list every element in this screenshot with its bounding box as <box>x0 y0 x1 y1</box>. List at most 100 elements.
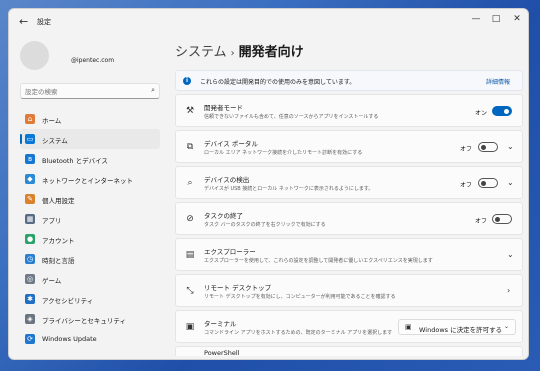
info-banner: i これらの設定は開発目的での使用のみを意図しています。 詳細情報 <box>175 70 523 91</box>
setting-title: リモート デスクトップ <box>204 284 272 292</box>
toggle-switch[interactable] <box>478 178 498 188</box>
title-bar: ← 設定 — □ ✕ <box>9 9 528 37</box>
info-text: これらの設定は開発目的での使用のみを意図しています。 <box>200 79 356 86</box>
close-button[interactable]: ✕ <box>510 14 524 24</box>
sidebar-item-label: 個人用設定 <box>42 197 75 205</box>
sidebar-item-label: ネットワークとインターネット <box>42 177 133 185</box>
sidebar-item-update[interactable]: ⟳ Windows Update <box>20 329 160 349</box>
learn-more-link[interactable]: 詳細情報 <box>486 77 510 86</box>
apps-icon: ▦ <box>25 214 35 224</box>
sidebar-item-label: Bluetooth とデバイス <box>42 157 108 165</box>
setting-row[interactable]: ⧉ デバイス ポータルローカル エリア ネットワーク接続を介したリモート診断を有効… <box>175 130 523 163</box>
end-task-icon: ⊘ <box>186 214 194 224</box>
setting-title: エクスプローラー <box>204 248 256 256</box>
back-arrow-icon[interactable]: ← <box>19 15 28 28</box>
sidebar-item-brush[interactable]: ✎ 個人用設定 <box>20 189 160 209</box>
toggle-state-label: オフ <box>460 146 473 153</box>
setting-title: ターミナル <box>204 320 237 328</box>
setting-row[interactable]: ▣ ターミナルコマンドライン アプリをホストするための、既定のターミナル アプリを… <box>175 310 523 343</box>
setting-row[interactable]: ⌕ デバイスの検出デバイスが USB 接続とローカル ネットワークに表示されるよう… <box>175 166 523 199</box>
device-portal-icon: ⧉ <box>186 142 194 152</box>
sidebar-item-label: ホーム <box>42 117 62 125</box>
breadcrumb: システム › 開発者向け <box>175 41 304 60</box>
account-email: @ipentec.com <box>71 57 115 64</box>
developer-tools-icon: ⚒ <box>185 106 195 116</box>
select-value: Windows に決定を許可する <box>419 326 503 334</box>
home-icon: ⌂ <box>25 114 35 124</box>
terminal-app-icon: ▣ <box>405 323 412 331</box>
system-icon: ▭ <box>25 134 35 144</box>
shield-icon: ◈ <box>25 314 35 324</box>
avatar[interactable] <box>20 41 49 70</box>
setting-row[interactable]: ▤ エクスプローラーエクスプローラーを使用して、これらの設定を調整して開発者に優し… <box>175 238 523 271</box>
sidebar-item-apps[interactable]: ▦ アプリ <box>20 209 160 229</box>
search-box[interactable]: ⌕ <box>20 83 160 99</box>
toggle-state-label: オフ <box>460 182 473 189</box>
setting-title: PowerShell <box>204 349 240 357</box>
device-discovery-icon: ⌕ <box>187 178 193 188</box>
setting-description: デバイスが USB 接続とローカル ネットワークに表示されるようにします。 <box>204 186 374 192</box>
setting-row-partial[interactable]: PowerShell <box>175 346 523 357</box>
settings-window: ← 設定 — □ ✕ @ipentec.com ⌕ ⌂ ホーム ▭ システム ʙ Blue… <box>8 8 529 360</box>
toggle-state-label: オン <box>475 110 488 117</box>
setting-description: リモート デスクトップを有効にし、コンピューターが利用可能であることを確認する <box>204 294 396 300</box>
chevron-down-icon[interactable]: ⌄ <box>507 142 514 151</box>
sidebar-item-account[interactable]: ● アカウント <box>20 229 160 249</box>
sidebar-item-network[interactable]: ◆ ネットワークとインターネット <box>20 169 160 189</box>
sidebar-item-label: 時刻と言語 <box>42 257 75 265</box>
sidebar-item-label: ゲーム <box>42 277 62 285</box>
info-icon: i <box>183 77 191 85</box>
maximize-button[interactable]: □ <box>489 14 503 24</box>
chevron-down-icon: ⌄ <box>503 323 509 330</box>
sidebar-item-label: アプリ <box>42 217 62 225</box>
setting-row[interactable]: ⊘ タスクの終了タスク バーのタスクの終了を右クリックで有効にする オフ <box>175 202 523 235</box>
breadcrumb-parent[interactable]: システム <box>175 45 227 60</box>
setting-row[interactable]: ⤡ リモート デスクトップリモート デスクトップを有効にし、コンピューターが利用可… <box>175 274 523 307</box>
setting-title: デバイス ポータル <box>204 140 258 148</box>
setting-title: デバイスの検出 <box>204 176 250 184</box>
account-icon: ● <box>25 234 35 244</box>
sidebar-item-gaming[interactable]: ◎ ゲーム <box>20 269 160 289</box>
page-title: 開発者向け <box>238 45 304 60</box>
search-input[interactable] <box>25 86 141 97</box>
sidebar-item-label: プライバシーとセキュリティ <box>42 317 126 325</box>
settings-list: i これらの設定は開発目的での使用のみを意図しています。 詳細情報 ⚒ 開発者モー… <box>175 70 523 359</box>
sidebar-item-label: アクセシビリティ <box>42 297 94 305</box>
network-icon: ◆ <box>25 174 35 184</box>
toggle-switch[interactable] <box>478 142 498 152</box>
terminal-select[interactable]: ▣ Windows に決定を許可する ⌄ <box>398 319 516 335</box>
accessibility-icon: ✱ <box>25 294 35 304</box>
toggle-switch[interactable] <box>492 214 512 224</box>
setting-description: コマンドライン アプリをホストするための、既定のターミナル アプリを選択します <box>204 330 393 336</box>
remote-desktop-icon: ⤡ <box>186 286 194 296</box>
sidebar-nav: ⌂ ホーム ▭ システム ʙ Bluetooth とデバイス ◆ ネットワークとインターネット… <box>20 109 160 349</box>
chevron-down-icon[interactable]: ⌄ <box>507 250 514 259</box>
minimize-button[interactable]: — <box>469 14 483 24</box>
sidebar-item-label: システム <box>42 137 68 145</box>
chevron-down-icon[interactable]: ⌄ <box>507 178 514 187</box>
brush-icon: ✎ <box>25 194 35 204</box>
sidebar-item-label: Windows Update <box>42 335 97 343</box>
setting-row[interactable]: ⚒ 開発者モード 信頼できないファイルも含めて、任意のソースからアプリをインストール… <box>175 94 523 127</box>
sidebar-item-accessibility[interactable]: ✱ アクセシビリティ <box>20 289 160 309</box>
setting-description: 信頼できないファイルも含めて、任意のソースからアプリをインストールする <box>204 114 379 120</box>
toggle-state-label: オフ <box>475 218 488 225</box>
setting-description: エクスプローラーを使用して、これらの設定を調整して開発者に優しいエクスペリエンス… <box>204 258 433 264</box>
setting-title: タスクの終了 <box>204 212 243 220</box>
setting-description: ローカル エリア ネットワーク接続を介したリモート診断を有効にする <box>204 150 363 156</box>
update-icon: ⟳ <box>25 334 35 344</box>
app-title: 設定 <box>37 18 51 26</box>
chevron-right-icon[interactable]: › <box>507 286 510 295</box>
bluetooth-icon: ʙ <box>25 154 35 164</box>
sidebar-item-time-language[interactable]: ◷ 時刻と言語 <box>20 249 160 269</box>
sidebar-item-shield[interactable]: ◈ プライバシーとセキュリティ <box>20 309 160 329</box>
sidebar-item-system[interactable]: ▭ システム <box>20 129 160 149</box>
search-icon[interactable]: ⌕ <box>151 86 155 95</box>
setting-description: タスク バーのタスクの終了を右クリックで有効にする <box>204 222 326 228</box>
toggle-switch[interactable] <box>492 106 512 116</box>
folder-icon: ▤ <box>185 250 195 260</box>
sidebar-item-home[interactable]: ⌂ ホーム <box>20 109 160 129</box>
sidebar-item-bluetooth[interactable]: ʙ Bluetooth とデバイス <box>20 149 160 169</box>
breadcrumb-separator: › <box>230 48 235 59</box>
terminal-icon: ▣ <box>185 322 195 332</box>
